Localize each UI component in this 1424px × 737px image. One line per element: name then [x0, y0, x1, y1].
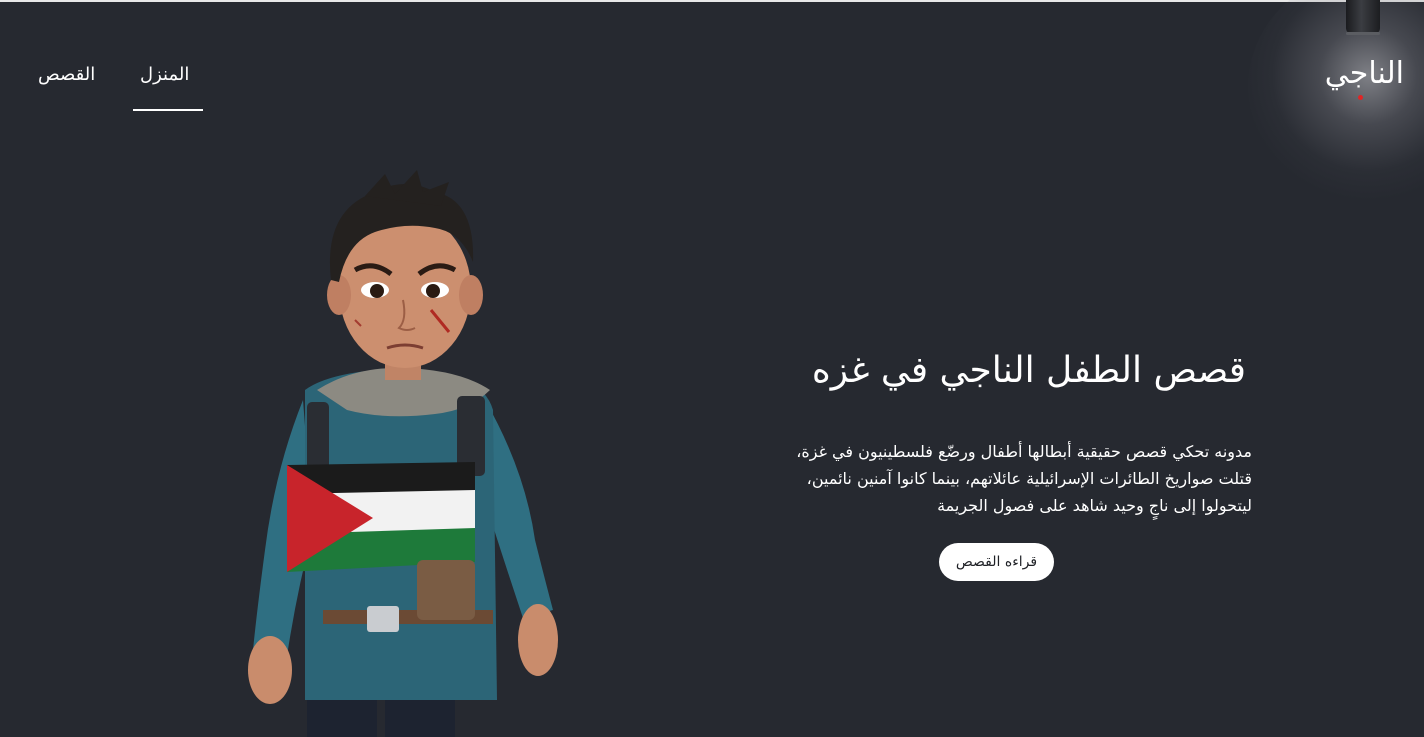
top-border: [0, 0, 1424, 2]
hero-boy-illustration: [248, 170, 558, 737]
lamp-glow: [1248, 0, 1424, 202]
hero-description: مدونه تحكي قصص حقيقية أبطالها أطفال ورضّ…: [692, 438, 1252, 519]
hanging-lamp-icon: [1346, 0, 1380, 34]
nav-home-link[interactable]: المنزل: [140, 64, 189, 85]
hero-description-line: مدونه تحكي قصص حقيقية أبطالها أطفال ورضّ…: [796, 442, 1252, 461]
nav-active-underline: [133, 109, 203, 111]
site-logo[interactable]: الناجي: [1325, 56, 1404, 91]
lamp-rim: [1346, 32, 1380, 35]
hero-title: قصص الطفل الناجي في غزه: [811, 350, 1246, 391]
read-stories-button[interactable]: قراءه القصص: [939, 543, 1054, 581]
hero-description-line: قتلت صواريخ الطائرات الإسرائيلية عائلاته…: [806, 469, 1252, 488]
logo-accent-dot: [1358, 95, 1363, 100]
nav-stories-link[interactable]: القصص: [38, 64, 95, 85]
hero-description-line: ليتحولوا إلى ناجٍ وحيد شاهد على فصول الج…: [937, 496, 1252, 515]
